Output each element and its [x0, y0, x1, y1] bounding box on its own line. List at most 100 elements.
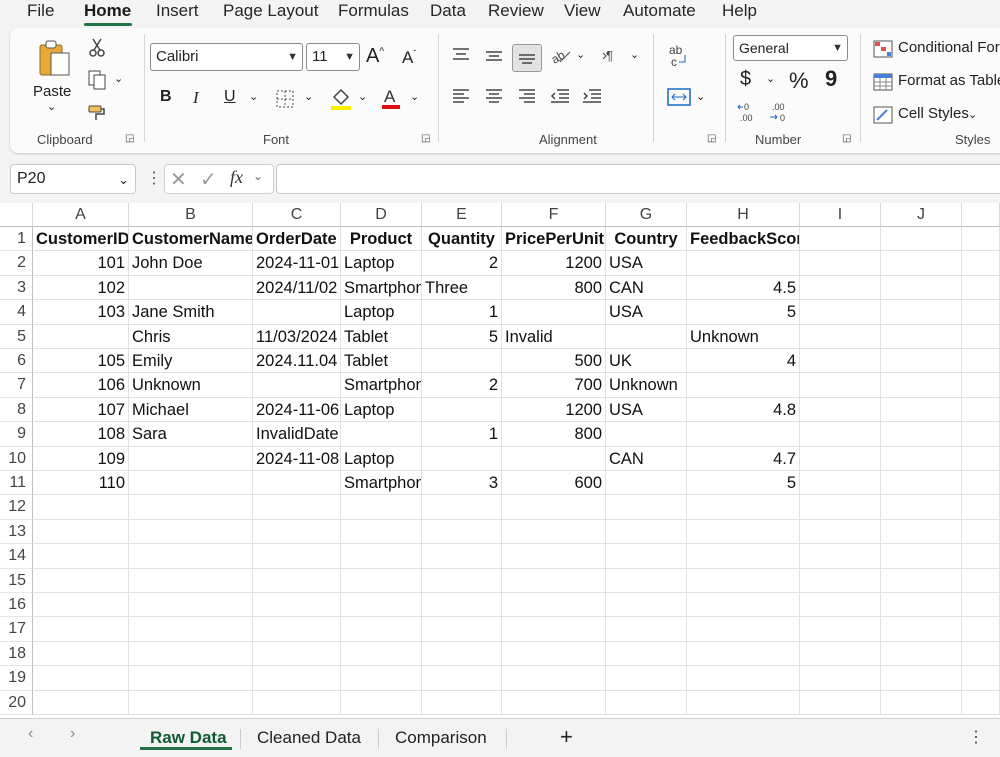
- underline-button[interactable]: U: [224, 88, 236, 106]
- table-cell[interactable]: 105: [33, 349, 129, 374]
- empty-cell[interactable]: [129, 617, 253, 642]
- table-cell[interactable]: [129, 471, 253, 496]
- table-cell[interactable]: [606, 324, 687, 349]
- fill-color-icon[interactable]: [329, 86, 353, 112]
- table-cell[interactable]: 2024-11-01: [253, 251, 341, 276]
- table-cell[interactable]: Michael: [129, 397, 253, 423]
- empty-cell[interactable]: [800, 324, 881, 349]
- empty-cell[interactable]: [800, 275, 881, 301]
- empty-cell[interactable]: [962, 690, 1000, 715]
- spreadsheet-grid[interactable]: A B C D E F G H I J 1 CustomerID CustomerName OrderDa…: [0, 203, 1000, 718]
- table-cell[interactable]: [687, 251, 800, 276]
- table-cell[interactable]: 106: [33, 373, 129, 398]
- table-cell[interactable]: Emily: [129, 349, 253, 374]
- empty-cell[interactable]: [962, 446, 1000, 471]
- empty-cell[interactable]: [881, 373, 962, 398]
- empty-cell[interactable]: [253, 568, 341, 593]
- header-cell[interactable]: CustomerName: [129, 227, 253, 252]
- row-header[interactable]: 1: [0, 227, 33, 252]
- table-cell[interactable]: UK: [606, 349, 687, 374]
- table-cell[interactable]: 1: [422, 422, 502, 447]
- menu-insert[interactable]: Insert: [156, 0, 199, 22]
- empty-cell[interactable]: [800, 568, 881, 593]
- row-header[interactable]: 2: [0, 251, 33, 276]
- row-header[interactable]: 16: [0, 593, 33, 618]
- align-top-icon[interactable]: [450, 44, 472, 64]
- header-cell[interactable]: Quantity: [422, 227, 502, 252]
- empty-cell[interactable]: [881, 690, 962, 715]
- format-painter-icon[interactable]: [85, 102, 109, 124]
- empty-cell[interactable]: [502, 666, 606, 691]
- table-cell[interactable]: 5: [687, 300, 800, 325]
- empty-cell[interactable]: [606, 519, 687, 545]
- empty-cell[interactable]: [33, 593, 129, 618]
- align-left-icon[interactable]: [450, 86, 472, 106]
- empty-cell[interactable]: [962, 593, 1000, 618]
- empty-cell[interactable]: [33, 519, 129, 545]
- font-color-dropdown-icon[interactable]: ⌄: [410, 90, 419, 103]
- bold-button[interactable]: B: [160, 88, 172, 106]
- table-cell[interactable]: 2024-11-08: [253, 446, 341, 471]
- table-cell[interactable]: 2: [422, 373, 502, 398]
- menu-file[interactable]: File: [27, 0, 54, 22]
- empty-cell[interactable]: [33, 544, 129, 569]
- empty-cell[interactable]: [881, 251, 962, 276]
- empty-cell[interactable]: [502, 617, 606, 642]
- empty-cell[interactable]: [502, 519, 606, 545]
- empty-cell[interactable]: [687, 593, 800, 618]
- empty-cell[interactable]: [800, 519, 881, 545]
- empty-cell[interactable]: [881, 519, 962, 545]
- empty-cell[interactable]: [687, 617, 800, 642]
- row-header[interactable]: 14: [0, 544, 33, 569]
- merge-dropdown-icon[interactable]: ⌄: [696, 90, 705, 103]
- empty-cell[interactable]: [253, 544, 341, 569]
- name-box[interactable]: P20 ⌄: [10, 164, 136, 194]
- column-header-b[interactable]: B: [129, 203, 253, 227]
- empty-cell[interactable]: [33, 641, 129, 667]
- empty-cell[interactable]: [962, 227, 1000, 252]
- more-options-icon[interactable]: ⋮: [968, 727, 984, 747]
- empty-cell[interactable]: [253, 641, 341, 667]
- more-options-icon[interactable]: ⋮: [146, 168, 162, 188]
- empty-cell[interactable]: [800, 617, 881, 642]
- table-cell[interactable]: [253, 471, 341, 496]
- empty-cell[interactable]: [606, 666, 687, 691]
- tab-cleaned-data[interactable]: Cleaned Data: [257, 719, 361, 751]
- row-header[interactable]: 13: [0, 519, 33, 545]
- empty-cell[interactable]: [687, 495, 800, 520]
- empty-cell[interactable]: [800, 349, 881, 374]
- empty-cell[interactable]: [33, 617, 129, 642]
- empty-cell[interactable]: [962, 568, 1000, 593]
- underline-dropdown-icon[interactable]: ⌄: [249, 90, 258, 103]
- row-header[interactable]: 20: [0, 690, 33, 715]
- empty-cell[interactable]: [800, 227, 881, 252]
- empty-cell[interactable]: [800, 446, 881, 471]
- row-header[interactable]: 15: [0, 568, 33, 593]
- empty-cell[interactable]: [422, 617, 502, 642]
- menu-home[interactable]: Home: [84, 0, 131, 22]
- table-cell[interactable]: 110: [33, 471, 129, 496]
- table-cell[interactable]: [422, 397, 502, 423]
- empty-cell[interactable]: [881, 227, 962, 252]
- header-cell[interactable]: FeedbackScore: [687, 227, 800, 252]
- table-cell[interactable]: [341, 422, 422, 447]
- cut-icon[interactable]: [86, 36, 108, 58]
- empty-cell[interactable]: [800, 690, 881, 715]
- empty-cell[interactable]: [129, 568, 253, 593]
- font-color-icon[interactable]: A: [380, 85, 402, 111]
- table-cell[interactable]: Smartphone: [341, 373, 422, 398]
- increase-indent-icon[interactable]: [580, 86, 604, 106]
- table-cell[interactable]: [129, 275, 253, 301]
- empty-cell[interactable]: [606, 495, 687, 520]
- table-cell[interactable]: CAN: [606, 446, 687, 471]
- row-header[interactable]: 9: [0, 422, 33, 447]
- chevron-down-icon[interactable]: ⌄: [253, 169, 263, 183]
- column-header-f[interactable]: F: [502, 203, 606, 227]
- table-cell[interactable]: 2024/11/02: [253, 275, 341, 301]
- menu-review[interactable]: Review: [488, 0, 544, 22]
- empty-cell[interactable]: [800, 471, 881, 496]
- table-cell[interactable]: Sara: [129, 422, 253, 447]
- table-cell[interactable]: [606, 471, 687, 496]
- increase-decimal-icon[interactable]: 0.00: [735, 100, 761, 124]
- table-cell[interactable]: [606, 422, 687, 447]
